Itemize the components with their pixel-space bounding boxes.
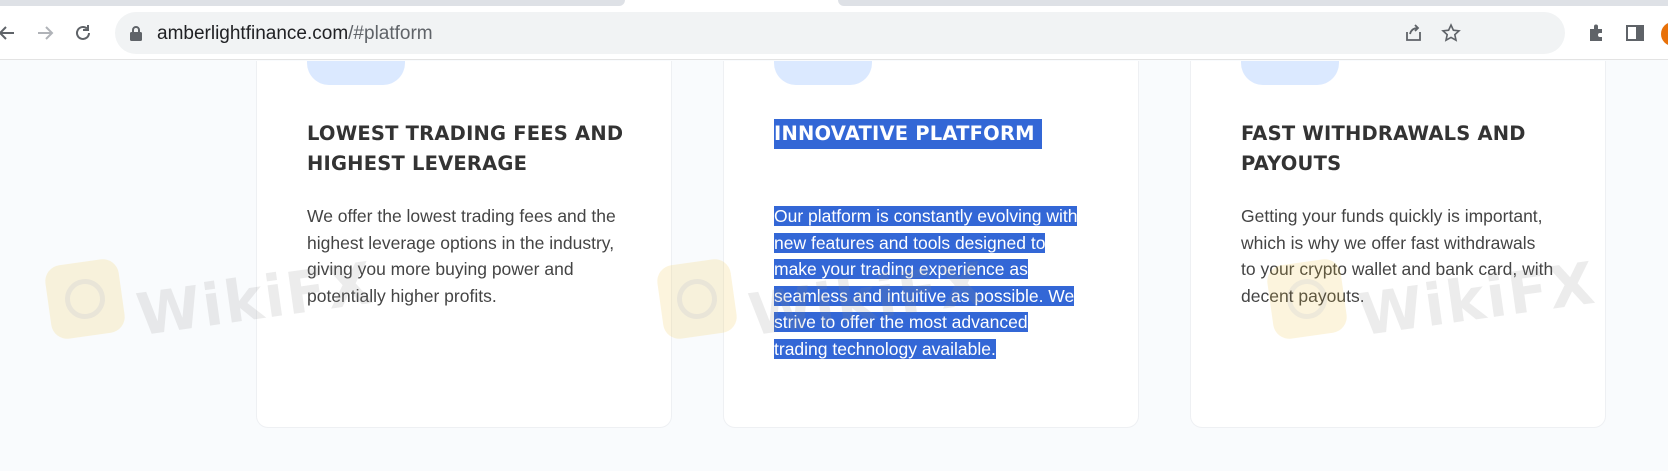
feature-card-platform: INNOVATIVE PLATFORM Our platform is cons… <box>723 61 1139 428</box>
feature-title: LOWEST TRADING FEES AND HIGHEST LEVERAGE <box>307 122 624 175</box>
browser-toolbar: amberlightfinance.com/#platform <box>0 6 1668 60</box>
extensions-icon[interactable] <box>1586 22 1608 44</box>
side-panel-icon[interactable] <box>1624 22 1646 44</box>
feature-description: Our platform is constantly evolving with… <box>774 206 1078 359</box>
url-text[interactable]: amberlightfinance.com/#platform <box>157 23 433 45</box>
back-arrow-icon[interactable] <box>0 20 20 46</box>
reload-icon[interactable] <box>70 20 96 46</box>
star-icon[interactable] <box>1440 22 1462 44</box>
address-bar[interactable]: amberlightfinance.com/#platform <box>115 12 1565 54</box>
url-path: /#platform <box>348 23 433 44</box>
lock-icon[interactable] <box>129 25 143 46</box>
url-domain: amberlightfinance.com <box>157 23 349 44</box>
feature-description: We offer the lowest trading fees and the… <box>307 206 616 306</box>
withdrawals-icon <box>1241 61 1339 85</box>
watermark-logo-icon <box>43 257 127 341</box>
share-icon[interactable] <box>1403 22 1425 44</box>
feature-card-fees: LOWEST TRADING FEES AND HIGHEST LEVERAGE … <box>256 61 672 428</box>
feature-card-withdrawals: FAST WITHDRAWALS AND PAYOUTS Getting your… <box>1190 61 1606 428</box>
profile-avatar[interactable] <box>1661 22 1668 46</box>
feature-title: INNOVATIVE PLATFORM <box>774 119 1104 149</box>
feature-description: Getting your funds quickly is important,… <box>1241 206 1554 306</box>
feature-title: FAST WITHDRAWALS AND PAYOUTS <box>1241 122 1526 175</box>
platform-icon <box>774 61 872 85</box>
fees-icon <box>307 61 405 85</box>
forward-arrow-icon[interactable] <box>32 20 58 46</box>
features-section: LOWEST TRADING FEES AND HIGHEST LEVERAGE … <box>0 61 1668 471</box>
